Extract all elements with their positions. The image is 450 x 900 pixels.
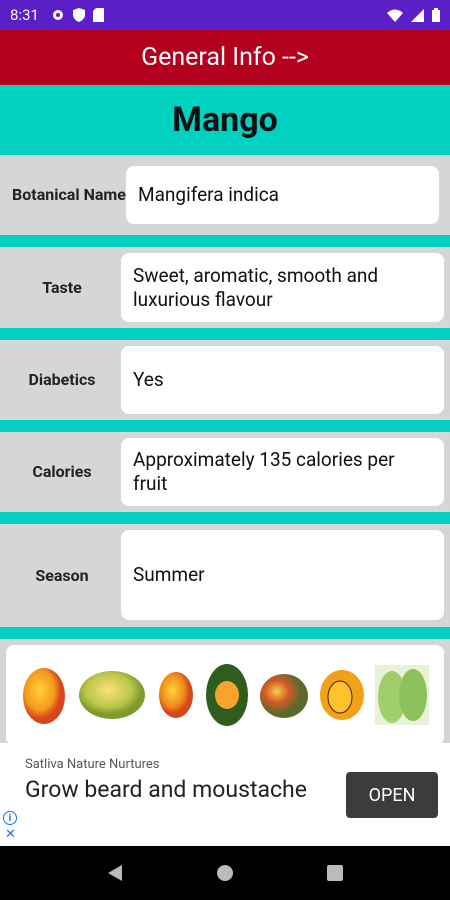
general-info-button[interactable]: General Info --> — [0, 30, 450, 85]
status-time: 8:31 — [10, 6, 39, 24]
row-label: Taste — [42, 277, 82, 297]
mango-image — [23, 668, 65, 724]
signal-icon — [411, 8, 424, 22]
mango-image — [320, 670, 364, 720]
row-label: Botanical Name — [12, 185, 126, 204]
info-row-diabetics: Diabetics Yes — [0, 340, 450, 420]
ad-banner[interactable]: Satliva Nature Nurtures Grow beard and m… — [0, 743, 450, 846]
ad-headline[interactable]: Grow beard and moustache — [25, 775, 325, 804]
row-value: Summer — [121, 530, 444, 620]
row-value: Sweet, aromatic, smooth and luxurious fl… — [121, 253, 444, 322]
divider — [0, 627, 450, 639]
row-value: Mangifera indica — [126, 166, 439, 224]
divider — [0, 235, 450, 247]
row-value: Yes — [121, 346, 444, 414]
battery-icon — [432, 8, 440, 22]
divider — [0, 512, 450, 524]
divider — [0, 420, 450, 432]
row-label: Calories — [32, 462, 92, 481]
shield-icon — [72, 8, 85, 22]
back-icon[interactable] — [106, 864, 124, 882]
sd-card-icon — [92, 8, 104, 22]
mango-image — [206, 664, 248, 726]
row-label: Diabetics — [28, 370, 96, 389]
system-nav-bar — [0, 846, 450, 900]
home-icon[interactable] — [216, 864, 234, 882]
status-bar: 8:31 — [0, 0, 450, 30]
wifi-icon — [387, 9, 403, 22]
mango-image — [260, 674, 308, 718]
row-label: Season — [35, 565, 89, 585]
divider — [0, 328, 450, 340]
ad-close-icon[interactable]: ✕ — [5, 827, 16, 842]
fruit-title: Mango — [0, 85, 450, 155]
settings-icon — [52, 10, 63, 20]
mango-image — [79, 671, 145, 719]
mango-image-strip — [6, 645, 444, 745]
ad-open-button[interactable]: OPEN — [346, 772, 438, 818]
mango-image — [159, 672, 193, 718]
info-row-taste: Taste Sweet, aromatic, smooth and luxuri… — [0, 247, 450, 328]
recents-icon[interactable] — [326, 864, 344, 882]
row-value: Approximately 135 calories per fruit — [121, 438, 444, 506]
ad-sponsor: Satliva Nature Nurtures — [25, 757, 160, 772]
info-row-botanical-name: Botanical Name Mangifera indica — [0, 155, 450, 235]
info-row-season: Season Summer — [0, 524, 450, 627]
ad-info-icon[interactable]: i — [3, 811, 17, 825]
mango-image — [375, 665, 429, 725]
info-row-calories: Calories Approximately 135 calories per … — [0, 432, 450, 512]
